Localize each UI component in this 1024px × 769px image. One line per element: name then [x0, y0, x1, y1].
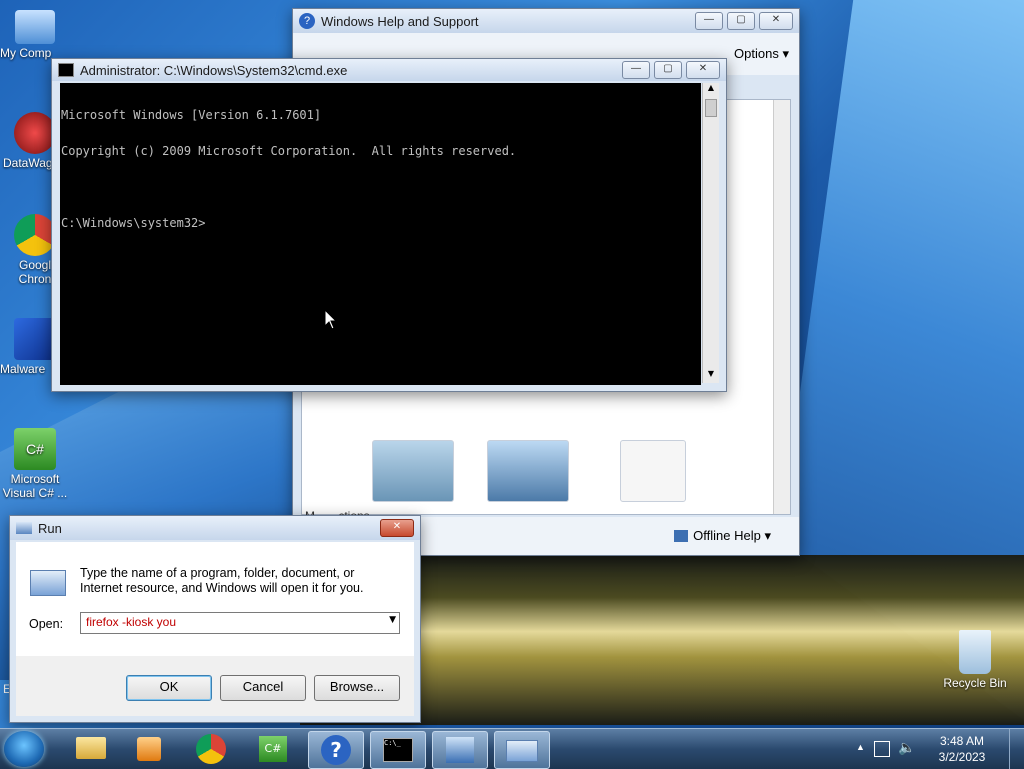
open-combobox[interactable]: firefox -kiosk you ▼	[80, 612, 400, 634]
csharp-icon: C#	[259, 736, 287, 762]
maximize-button[interactable]: ▢	[727, 12, 755, 30]
console-scrollbar[interactable]: ▲ ▼	[702, 83, 719, 383]
clock[interactable]: 3:48 AM 3/2/2023	[930, 733, 994, 765]
close-button[interactable]: ✕	[759, 12, 793, 30]
clock-date: 3/2/2023	[938, 750, 986, 764]
taskbar-cmd[interactable]: C:\_	[370, 731, 426, 769]
folder-icon	[76, 737, 106, 759]
help-scrollbar[interactable]	[773, 100, 790, 514]
ok-button[interactable]: OK	[126, 675, 212, 701]
taskbar: C# ? C:\_ ▲ 🔈 3:48 AM 3/2/2023	[0, 728, 1024, 769]
network-icon[interactable]	[874, 741, 890, 757]
help-thumb-document[interactable]	[620, 440, 686, 502]
clock-time: 3:48 AM	[939, 734, 985, 748]
chevron-down-icon[interactable]: ▼	[389, 615, 396, 625]
taskbar-media-player[interactable]	[122, 731, 176, 767]
mouse-cursor-icon	[325, 310, 337, 330]
help-titlebar[interactable]: ? Windows Help and Support — ▢ ✕	[293, 9, 799, 33]
browse-button[interactable]: Browse...	[314, 675, 400, 701]
help-thumb-penguins[interactable]	[487, 440, 569, 502]
run-dialog[interactable]: Run ✕ Type the name of a program, folder…	[9, 515, 421, 723]
console-output[interactable]: Microsoft Windows [Version 6.1.7601] Cop…	[60, 83, 701, 385]
maximize-button[interactable]: ▢	[654, 61, 682, 79]
malwarebytes-icon	[14, 318, 56, 360]
run-dialog-title: Run	[38, 520, 62, 536]
cmd-window[interactable]: Administrator: C:\Windows\System32\cmd.e…	[51, 58, 727, 392]
run-titlebar[interactable]: Run ✕	[10, 516, 420, 540]
cancel-button[interactable]: Cancel	[220, 675, 306, 701]
desktop-icon-visual-csharp[interactable]: C# Microsoft Visual C# ...	[0, 428, 70, 500]
options-menu[interactable]: Options ▾	[734, 46, 789, 62]
start-button[interactable]	[4, 731, 44, 767]
cmd-titlebar[interactable]: Administrator: C:\Windows\System32\cmd.e…	[52, 59, 726, 81]
scroll-down-arrow-icon[interactable]: ▼	[703, 369, 719, 383]
open-label: Open:	[29, 617, 64, 631]
taskbar-chrome[interactable]	[184, 731, 238, 767]
computer-icon	[15, 10, 55, 44]
cmd-icon: C:\_	[383, 738, 413, 762]
console-line: Microsoft Windows [Version 6.1.7601]	[61, 108, 322, 122]
help-window-title: Windows Help and Support	[321, 13, 479, 29]
run-program-icon	[30, 570, 66, 596]
show-hidden-icons-icon[interactable]: ▲	[856, 742, 865, 752]
remote-desktop-icon	[446, 737, 474, 763]
volume-icon[interactable]: 🔈	[898, 739, 915, 756]
cmd-window-title: Administrator: C:\Windows\System32\cmd.e…	[80, 62, 348, 78]
help-thumb-user[interactable]	[372, 440, 454, 502]
media-player-icon	[137, 737, 161, 761]
run-body: Type the name of a program, folder, docu…	[16, 542, 414, 716]
desktop-icon-recycle-bin[interactable]: Recycle Bin	[940, 630, 1010, 690]
recycle-bin-icon	[959, 630, 991, 674]
run-footer: OK Cancel Browse...	[16, 656, 414, 716]
taskbar-visual-csharp[interactable]: C#	[246, 731, 300, 767]
scroll-thumb[interactable]	[705, 99, 717, 117]
offline-help-icon	[674, 530, 689, 542]
csharp-icon: C#	[14, 428, 56, 470]
run-description: Type the name of a program, folder, docu…	[80, 566, 364, 595]
taskbar-help-support[interactable]: ?	[308, 731, 364, 769]
help-icon: ?	[299, 13, 315, 29]
open-input[interactable]: firefox -kiosk you	[86, 615, 176, 629]
system-tray: ▲ 🔈 3:48 AM 3/2/2023	[854, 729, 1024, 769]
show-desktop-button[interactable]	[1009, 729, 1024, 769]
desktop-icon-my-computer[interactable]: My Comp	[0, 10, 70, 60]
help-icon: ?	[321, 735, 351, 765]
run-icon	[16, 522, 32, 534]
scroll-up-arrow-icon[interactable]: ▲	[703, 83, 719, 97]
close-button[interactable]: ✕	[686, 61, 720, 79]
chrome-icon	[196, 734, 226, 764]
offline-help-menu[interactable]: Offline Help ▾	[693, 528, 771, 544]
minimize-button[interactable]: —	[622, 61, 650, 79]
console-line: Copyright (c) 2009 Microsoft Corporation…	[61, 144, 517, 158]
minimize-button[interactable]: —	[695, 12, 723, 30]
chrome-icon	[14, 214, 56, 256]
close-button[interactable]: ✕	[380, 519, 414, 537]
taskbar-explorer[interactable]	[64, 731, 118, 767]
run-icon	[506, 740, 538, 762]
console-prompt: C:\Windows\system32>	[61, 216, 206, 230]
datawag-icon	[14, 112, 56, 154]
taskbar-run[interactable]	[494, 731, 550, 769]
taskbar-remote-desktop[interactable]	[432, 731, 488, 769]
cmd-app-icon	[58, 63, 74, 77]
